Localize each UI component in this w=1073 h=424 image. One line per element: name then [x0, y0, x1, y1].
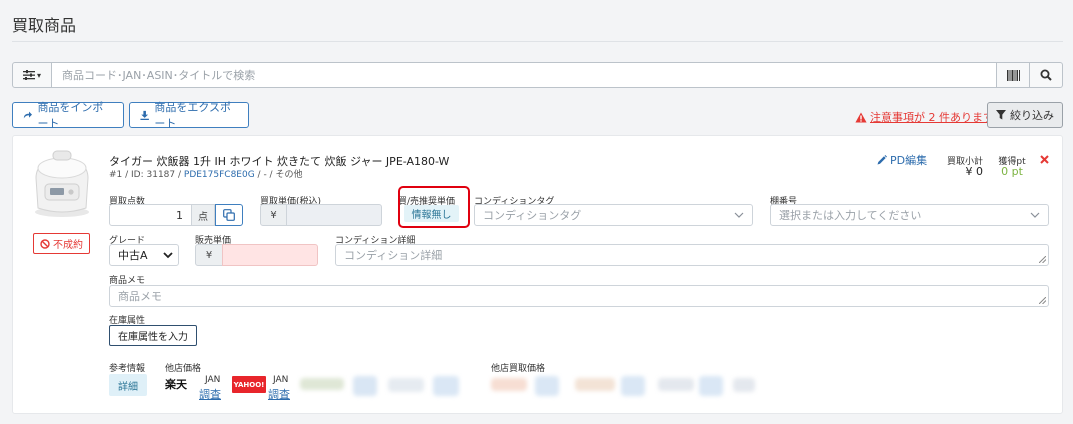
ban-icon — [40, 238, 50, 249]
search-filter-button[interactable]: ▾ — [12, 62, 52, 88]
yahoo-logo: YAHOO! — [232, 376, 266, 393]
share-icon — [23, 111, 33, 119]
condition-tag-placeholder: コンディションタグ — [483, 209, 582, 222]
qty-input[interactable]: 1 — [109, 204, 192, 226]
item-meta-prefix: #1 / ID: 31187 / — [109, 170, 184, 180]
memo-input[interactable]: 商品メモ — [109, 285, 1049, 307]
rakuten-survey-link[interactable]: 調査 — [199, 386, 221, 402]
blurred-store-logo — [433, 376, 459, 396]
shelf-placeholder: 選択または入力してください — [779, 209, 922, 222]
rakuten-logo: 楽天 — [165, 378, 187, 391]
blurred-store-logo — [388, 378, 424, 392]
narrow-filter-button[interactable]: 絞り込み — [987, 102, 1063, 128]
blurred-store-logo — [575, 378, 615, 391]
chevron-down-icon — [163, 252, 173, 259]
blurred-store-logo — [699, 376, 723, 396]
funnel-icon — [996, 110, 1006, 120]
unit-price-yen: ¥ — [260, 204, 287, 226]
condition-detail-placeholder: コンディション詳細 — [344, 249, 443, 262]
page-title: 買取商品 — [12, 16, 77, 35]
blurred-store-logo — [733, 378, 755, 392]
other-buy-price-label: 他店買取価格 — [491, 364, 546, 374]
warning-link[interactable]: 注意事項が 2 件あります — [855, 109, 994, 125]
condition-tag-select[interactable]: コンディションタグ — [474, 204, 753, 226]
blurred-store-logo — [535, 376, 559, 396]
qty-unit: 点 — [191, 204, 215, 226]
reference-detail-button[interactable]: 詳細 — [109, 374, 147, 396]
recommend-price-value: 情報無し — [404, 205, 459, 222]
grade-select[interactable]: 中古A — [109, 244, 179, 266]
warning-text: 注意事項が 2 件あります — [870, 111, 994, 124]
item-meta: #1 / ID: 31187 / PDE175FC8E0G / - / その他 — [109, 167, 302, 180]
grade-value: 中古A — [118, 249, 148, 262]
narrow-filter-label: 絞り込み — [1010, 109, 1054, 122]
points-value: 0 pt — [1001, 165, 1023, 178]
sliders-icon — [22, 70, 35, 80]
chevron-down-icon — [734, 212, 744, 218]
resize-handle-icon[interactable] — [1039, 297, 1046, 304]
blurred-store-logo — [353, 376, 377, 396]
download-icon — [140, 110, 149, 120]
resize-handle-icon[interactable] — [1039, 256, 1046, 263]
blurred-store-logo — [300, 378, 344, 390]
product-image — [35, 150, 89, 217]
warning-icon — [855, 112, 867, 122]
sale-price-yen: ¥ — [195, 244, 223, 266]
condition-detail-input[interactable]: コンディション詳細 — [335, 244, 1049, 266]
other-price-label: 他店価格 — [165, 364, 202, 374]
blurred-store-logo — [621, 376, 645, 396]
unit-price-input[interactable] — [286, 204, 382, 226]
export-button-label: 商品をエクスポート — [154, 101, 231, 130]
chevron-down-icon — [1030, 212, 1040, 218]
barcode-icon — [1006, 69, 1020, 81]
yahoo-jan: JAN — [273, 375, 289, 385]
item-card: 不成約 タイガー 炊飯器 1升 IH ホワイト 炊きたて 炊飯 ジャー JPE-… — [12, 135, 1063, 414]
pd-edit-label: PD編集 — [890, 154, 928, 167]
item-code-link[interactable]: PDE175FC8E0G — [184, 170, 255, 180]
search-button[interactable] — [1030, 62, 1063, 88]
item-meta-suffix: / - / その他 — [254, 170, 303, 180]
unsettled-label: 不成約 — [53, 240, 83, 251]
unsettled-badge[interactable]: 不成約 — [33, 233, 90, 254]
search-input[interactable] — [52, 62, 997, 88]
pencil-icon — [877, 155, 887, 165]
chevron-down-icon: ▾ — [36, 70, 41, 80]
yahoo-survey-link[interactable]: 調査 — [268, 386, 290, 402]
pd-edit-link[interactable]: PD編集 — [877, 152, 927, 168]
sale-price-input[interactable] — [222, 244, 318, 266]
reference-label: 参考情報 — [109, 364, 146, 374]
delete-icon[interactable] — [1040, 155, 1049, 164]
blurred-store-logo — [491, 378, 527, 391]
export-button[interactable]: 商品をエクスポート — [129, 101, 249, 130]
import-button-label: 商品をインポート — [37, 101, 104, 130]
barcode-scan-button[interactable] — [997, 62, 1030, 88]
shelf-select[interactable]: 選択または入力してください — [770, 204, 1049, 226]
search-icon — [1040, 69, 1052, 81]
rakuten-jan: JAN — [205, 375, 221, 385]
copy-icon — [223, 209, 235, 221]
blurred-store-logo — [658, 378, 694, 391]
search-bar: ▾ — [12, 62, 1063, 88]
stock-attr-button[interactable]: 在庫属性を入力 — [109, 325, 197, 346]
subtotal-value: ¥ 0 — [965, 165, 984, 178]
title-divider — [12, 41, 1063, 42]
memo-placeholder: 商品メモ — [118, 290, 162, 303]
import-button[interactable]: 商品をインポート — [12, 101, 124, 130]
copy-button[interactable] — [215, 204, 243, 226]
